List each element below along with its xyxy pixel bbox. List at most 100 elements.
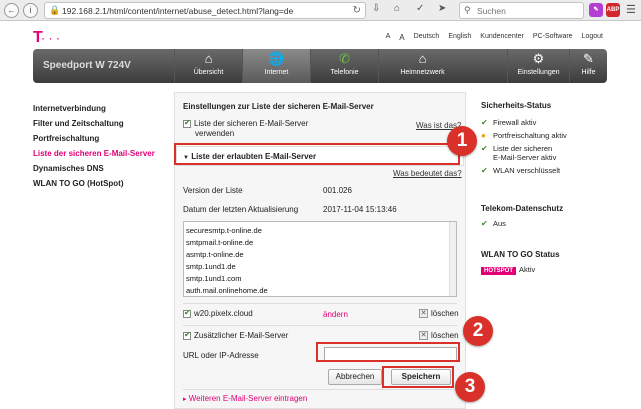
sidebar-item-dyndns[interactable]: Dynamisches DNS [33, 161, 168, 176]
hotspot-row: HOTSPOT Aktiv [481, 265, 631, 275]
status-text: Firewall aktiv [493, 118, 537, 127]
version-value: 001.026 [323, 186, 352, 195]
date-value: 2017-11-04 15:13:46 [323, 205, 397, 214]
pc-software-link[interactable]: PC-Software [533, 33, 573, 42]
adblock-icon[interactable]: ABP [606, 3, 620, 17]
tab-label: Telefonie [330, 69, 359, 76]
add-server-link[interactable]: ▸ Weiteren E-Mail-Server eintragen [183, 394, 307, 403]
lang-english-link[interactable]: English [448, 33, 471, 42]
list-item: smtpmail.t-online.de [186, 238, 254, 247]
browser-toolbar: ← i 🔒 192.168.2.1/html/content/internet/… [0, 0, 641, 21]
sidebar-item-portfreischaltung[interactable]: Portfreischaltung [33, 131, 168, 146]
extension-icon[interactable]: ✎ [589, 3, 603, 17]
tab-label: Einstellungen [517, 69, 560, 76]
privacy-value: Aus [493, 219, 506, 228]
sidebar: Internetverbindung Filter und Zeitschalt… [33, 101, 168, 191]
globe-icon: 🌐 [268, 51, 285, 66]
date-label: Datum der letzten Aktualisierung [183, 205, 299, 214]
highlight-box-1 [174, 143, 460, 165]
tab-telefonie[interactable]: ✆ Telefonie [310, 49, 378, 83]
back-icon[interactable]: ← [4, 3, 19, 18]
delete-label: löschen [431, 331, 459, 340]
additional-server-checkbox[interactable] [183, 330, 191, 340]
sidebar-item-wlan-to-go[interactable]: WLAN TO GO (HotSpot) [33, 176, 168, 191]
delete-button-2[interactable]: ✕ löschen [419, 331, 459, 341]
logo-dots: · · · [41, 34, 61, 44]
edit-link[interactable]: ändern [323, 310, 348, 319]
list-item: smtp.1und1.com [186, 274, 242, 283]
tab-label: Heimnetzwerk [400, 69, 445, 76]
status-text: WLAN verschlüsselt [493, 166, 561, 175]
reload-icon[interactable]: ↻ [353, 5, 361, 16]
address-bar[interactable]: 🔒 192.168.2.1/html/content/internet/abus… [44, 2, 366, 19]
list-item: smtp.1und1.de [186, 262, 236, 271]
top-links: A A Deutsch English Kundencenter PC-Soft… [386, 33, 603, 42]
logout-link[interactable]: Logout [582, 33, 603, 42]
divider [183, 303, 457, 304]
highlight-box-3 [382, 366, 454, 388]
phone-icon: ✆ [339, 51, 350, 66]
kundencenter-link[interactable]: Kundencenter [480, 33, 524, 42]
page-title: Einstellungen zur Liste der sicheren E-M… [183, 102, 374, 111]
tab-internet[interactable]: 🌐 Internet [242, 49, 310, 83]
list-item: asmtp.t-online.de [186, 250, 244, 259]
use-list-label: Liste der sicheren E-Mail-Server [194, 119, 309, 128]
info-icon[interactable]: i [23, 3, 38, 18]
font-large-link[interactable]: A [399, 33, 404, 42]
device-model: Speedport W 724V [43, 60, 131, 71]
list-item: auth.mail.onlinehome.de [186, 286, 268, 295]
additional-server-label: Zusätzlicher E-Mail-Server [194, 331, 289, 340]
privacy-item: ✔ Aus [481, 219, 631, 228]
hotspot-value: Aktiv [519, 265, 536, 274]
was-bedeutet-das-link[interactable]: Was bedeutet das? [393, 169, 462, 178]
wlan-status-title: WLAN TO GO Status [481, 250, 560, 259]
sidebar-item-filter[interactable]: Filter und Zeitschaltung [33, 116, 168, 131]
use-list-checkbox[interactable] [183, 118, 191, 128]
sidebar-item-internetverbindung[interactable]: Internetverbindung [33, 101, 168, 116]
use-list-checkbox-row[interactable]: Liste der sicheren E-Mail-Server [183, 118, 309, 128]
sidebar-item-safe-mail-servers[interactable]: Liste der sicheren E-Mail-Server [33, 146, 168, 161]
check-icon: ✔ [481, 144, 488, 153]
cancel-button[interactable]: Abbrechen [328, 369, 382, 385]
status-column: Sicherheits-Status ✔ Firewall aktiv ● Port… [481, 101, 631, 275]
search-input[interactable]: ⚲ Suchen [459, 2, 584, 19]
pocket-icon[interactable]: ✓ [416, 3, 424, 14]
hotspot-badge: HOTSPOT [481, 267, 517, 275]
list-scrollbar[interactable] [449, 222, 456, 296]
send-icon[interactable]: ➤ [438, 3, 446, 14]
lang-deutsch-link[interactable]: Deutsch [414, 33, 440, 42]
tab-heimnetzwerk[interactable]: ⌂ Heimnetzwerk [378, 49, 466, 83]
server-list[interactable]: securesmtp.t-online.de smtpmail.t-online… [183, 221, 457, 297]
tab-einstellungen[interactable]: ⚙ Einstellungen [507, 49, 569, 83]
tab-hilfe[interactable]: ✎ Hilfe [569, 49, 607, 83]
tab-label: Hilfe [581, 69, 596, 76]
status-item: ✔ Firewall aktiv [481, 118, 631, 127]
tab-uebersicht[interactable]: ⌂ Übersicht [174, 49, 242, 83]
custom-server-checkbox[interactable] [183, 308, 191, 318]
status-item: ✔ WLAN verschlüsselt [481, 166, 631, 175]
check-icon: ✔ [481, 166, 488, 175]
list-item: securesmtp.t-online.de [186, 226, 262, 235]
custom-server-name: w20.pixelx.cloud [194, 309, 253, 318]
add-server-label: Weiteren E-Mail-Server eintragen [188, 394, 308, 403]
version-label: Version der Liste [183, 186, 243, 195]
font-small-link[interactable]: A [386, 33, 391, 42]
search-placeholder: Suchen [477, 6, 506, 16]
download-icon[interactable]: ⇩ [372, 3, 380, 14]
tab-label: Übersicht [193, 69, 224, 76]
main-nav: Speedport W 724V ⌂ Übersicht 🌐 Internet … [33, 49, 607, 83]
lock-icon: 🔒 [49, 5, 61, 15]
help-icon: ✎ [583, 51, 594, 66]
check-icon: ✔ [481, 219, 488, 228]
callout-3-badge: 3 [455, 372, 485, 402]
use-list-label-2: verwenden [195, 129, 235, 138]
home-icon[interactable]: ⌂ [394, 3, 400, 14]
network-icon: ⌂ [418, 51, 427, 66]
telekom-logo: T· · · [33, 29, 61, 47]
menu-icon[interactable]: ☰ [626, 3, 636, 16]
status-item: ✔ Liste der sicheren [481, 144, 631, 153]
divider [183, 325, 457, 326]
address-url: 192.168.2.1/html/content/internet/abuse_… [62, 6, 294, 16]
delete-button[interactable]: ✕ löschen [419, 309, 459, 319]
gear-icon: ⚙ [532, 51, 545, 66]
